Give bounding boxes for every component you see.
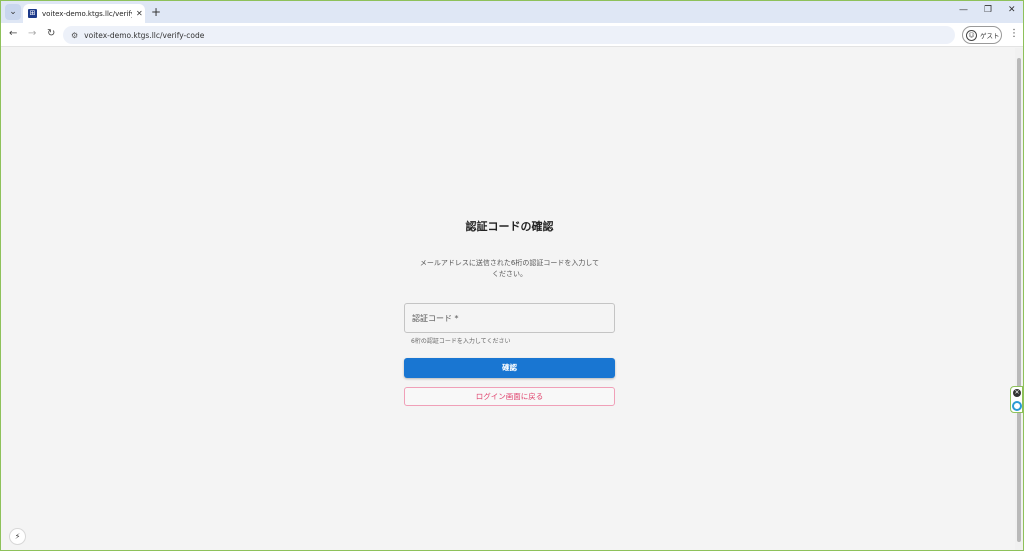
browser-tab[interactable]: ⊞ voitex-demo.ktgs.llc/verify-code ✕: [23, 4, 145, 23]
browser-menu-icon[interactable]: ⋮: [1009, 28, 1019, 39]
page-title: 認証コードの確認: [465, 220, 554, 233]
browser-toolbar: ← → ↻ ⚙ voitex-demo.ktgs.llc/verify-code…: [1, 23, 1023, 47]
tab-search-button[interactable]: ⌄: [5, 4, 21, 20]
confirm-button[interactable]: 確認: [404, 358, 615, 378]
new-tab-button[interactable]: +: [151, 4, 161, 20]
tab-close-icon[interactable]: ✕: [136, 9, 143, 18]
extension-logo-icon[interactable]: [1012, 401, 1022, 411]
minimize-button[interactable]: —: [959, 5, 968, 15]
window-close-button[interactable]: ✕: [1008, 5, 1016, 15]
site-info-icon[interactable]: ⚙: [71, 31, 78, 40]
back-to-login-button[interactable]: ログイン画面に戻る: [404, 387, 615, 406]
tab-title: voitex-demo.ktgs.llc/verify-code: [42, 9, 132, 18]
page-description: メールアドレスに送信された6桁の認証コードを入力して ください。: [404, 258, 615, 280]
reload-button[interactable]: ↻: [47, 28, 55, 39]
verification-code-label: 認証コード *: [412, 313, 459, 323]
verification-code-input[interactable]: 認証コード *: [404, 303, 615, 333]
address-bar[interactable]: ⚙ voitex-demo.ktgs.llc/verify-code: [63, 26, 955, 44]
url-text[interactable]: voitex-demo.ktgs.llc/verify-code: [84, 31, 204, 40]
profile-button[interactable]: ☺ ゲスト: [962, 26, 1002, 44]
back-button[interactable]: ←: [9, 28, 17, 39]
forward-button[interactable]: →: [28, 28, 36, 39]
lightning-icon[interactable]: ⚡: [9, 528, 26, 545]
profile-label: ゲスト: [980, 32, 1000, 40]
profile-icon: ☺: [966, 29, 977, 41]
scrollbar-thumb[interactable]: [1017, 58, 1021, 542]
extension-widget[interactable]: ✕: [1010, 386, 1023, 413]
restore-button[interactable]: ❐: [984, 5, 992, 15]
description-line-1: メールアドレスに送信された6桁の認証コードを入力して: [419, 259, 600, 267]
verification-code-helper: 6桁の認証コードを入力してください: [411, 338, 511, 345]
extension-close-icon[interactable]: ✕: [1013, 389, 1021, 397]
verify-code-form: 認証コードの確認 メールアドレスに送信された6桁の認証コードを入力して ください…: [404, 218, 615, 406]
browser-tab-bar: ⌄ ⊞ voitex-demo.ktgs.llc/verify-code ✕ +…: [1, 1, 1023, 23]
site-favicon-icon: ⊞: [28, 9, 37, 18]
scrollbar[interactable]: [1015, 48, 1023, 550]
description-line-2: ください。: [492, 270, 527, 278]
